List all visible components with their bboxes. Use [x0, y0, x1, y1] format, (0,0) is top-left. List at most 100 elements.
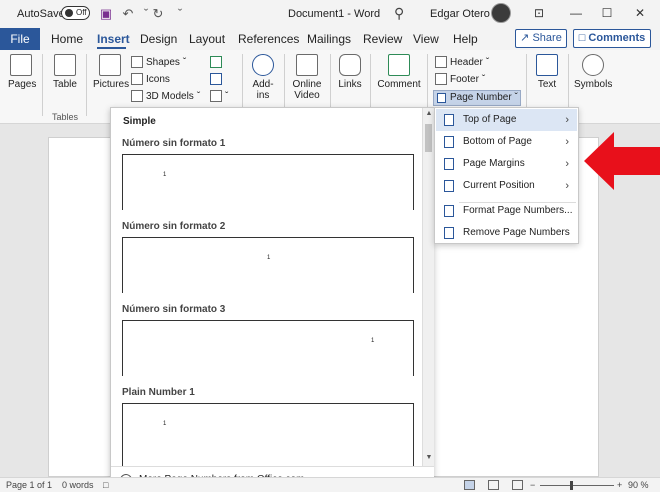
3d-models-button[interactable]: 3D Models ˇ	[131, 90, 200, 102]
tab-file[interactable]: File	[0, 28, 40, 50]
tab-home[interactable]: Home	[51, 32, 83, 46]
user-name[interactable]: Edgar Otero	[430, 8, 490, 20]
page-number-label: Page Number	[450, 92, 512, 103]
tab-references[interactable]: References	[238, 32, 299, 46]
gallery-item[interactable]: 1	[122, 154, 414, 210]
ribbon-display-icon[interactable]: ⊡	[529, 4, 549, 22]
links-label: Links	[338, 79, 362, 90]
screenshot-button[interactable]: ˇ	[210, 90, 228, 102]
table-icon	[54, 54, 76, 76]
comment-label: Comment	[377, 79, 421, 90]
avatar[interactable]	[491, 3, 511, 23]
shapes-button[interactable]: Shapes ˇ	[131, 56, 186, 68]
3d-models-dropdown-icon: ˇ	[196, 90, 201, 102]
screenshot-dropdown-icon: ˇ	[225, 90, 229, 102]
tab-design[interactable]: Design	[140, 32, 177, 46]
web-layout-icon[interactable]	[512, 480, 523, 490]
menu-item-bottom-of-page[interactable]: Bottom of Page ›	[436, 131, 577, 153]
zoom-in-icon[interactable]: +	[617, 480, 622, 490]
maximize-icon[interactable]: ☐	[597, 4, 617, 22]
chart-button[interactable]	[210, 73, 222, 85]
tab-layout[interactable]: Layout	[189, 32, 225, 46]
close-icon[interactable]: ✕	[630, 4, 650, 22]
tab-insert[interactable]: Insert	[97, 32, 130, 46]
autosave-toggle[interactable]: Off	[61, 6, 90, 20]
pictures-label: Pictures	[93, 79, 130, 90]
pictures-button[interactable]: Pictures	[93, 54, 130, 90]
menu-item-format-page-numbers[interactable]: Format Page Numbers...	[436, 200, 577, 222]
links-button[interactable]: Links	[337, 54, 363, 90]
page-count[interactable]: Page 1 of 1	[6, 480, 52, 490]
autosave-label: AutoSave	[17, 8, 65, 20]
undo-icon[interactable]: ↶	[120, 6, 136, 22]
header-button[interactable]: Header ˇ	[435, 56, 489, 68]
add-ins-button[interactable]: Add-ins	[250, 54, 276, 101]
page-number-sample: 1	[163, 172, 167, 178]
page-number-button[interactable]: Page Number ˇ	[433, 90, 521, 106]
word-count[interactable]: 0 words	[62, 480, 94, 490]
autosave-state: Off	[76, 8, 87, 17]
redo-icon[interactable]: ↻	[150, 6, 166, 22]
menu-item-top-of-page[interactable]: Top of Page ›	[436, 109, 577, 131]
zoom-out-icon[interactable]: −	[530, 480, 535, 490]
menu-item-page-margins[interactable]: Page Margins ›	[436, 153, 577, 175]
online-video-label-2: Video	[294, 90, 320, 101]
menu-item-label: Top of Page	[463, 114, 517, 125]
zoom-slider-knob[interactable]	[570, 481, 573, 490]
gallery-item[interactable]: 1	[122, 237, 414, 293]
zoom-level[interactable]: 90 %	[628, 480, 649, 490]
screenshot-icon	[210, 90, 222, 102]
gallery-scrollbar[interactable]: ▲ ▼	[422, 108, 434, 466]
pages-button[interactable]: Pages	[8, 54, 37, 90]
search-icon[interactable]: ⚲	[394, 5, 404, 22]
gallery-item[interactable]: 1	[122, 320, 414, 376]
pictures-icon	[99, 54, 121, 76]
icons-button[interactable]: Icons	[131, 73, 170, 85]
menu-item-current-position[interactable]: Current Position ›	[436, 175, 577, 197]
pages-label: Pages	[8, 79, 37, 90]
gallery-item[interactable]: 1	[122, 403, 414, 466]
tab-view[interactable]: View	[413, 32, 439, 46]
share-button[interactable]: ↗ Share	[515, 29, 567, 48]
print-layout-icon[interactable]	[488, 480, 499, 490]
save-icon[interactable]: ▣	[98, 6, 114, 22]
page-number-gallery: Simple Número sin formato 1 1 Número sin…	[110, 107, 434, 492]
menu-item-label: Format Page Numbers...	[463, 205, 573, 216]
omega-icon	[582, 54, 604, 76]
table-button[interactable]: Table	[52, 54, 78, 90]
footer-button[interactable]: Footer ˇ	[435, 73, 485, 85]
scrollbar-thumb[interactable]	[425, 124, 432, 152]
gallery-item-label: Plain Number 1	[122, 387, 195, 398]
zoom-slider[interactable]	[540, 485, 614, 486]
remove-icon	[444, 227, 454, 239]
page-number-dropdown-icon: ˇ	[514, 92, 518, 103]
tab-review[interactable]: Review	[363, 32, 402, 46]
tables-group-label: Tables	[52, 112, 79, 122]
smartart-button[interactable]	[210, 56, 222, 68]
comment-button[interactable]: Comment	[377, 54, 421, 90]
gallery-section-title: Simple	[123, 116, 156, 127]
chevron-right-icon: ›	[565, 158, 569, 170]
menu-item-remove-page-numbers[interactable]: Remove Page Numbers	[436, 222, 577, 244]
3d-models-label: 3D Models	[146, 90, 194, 102]
symbols-label: Symbols	[574, 79, 613, 90]
tab-mailings[interactable]: Mailings	[307, 32, 351, 46]
menu-item-label: Remove Page Numbers	[463, 227, 570, 238]
online-video-label-1: Online	[292, 79, 322, 90]
shapes-dropdown-icon: ˇ	[182, 56, 187, 68]
title-bar: AutoSave Off ▣ ↶ ˇ ↻ ˇ Document1 - Word …	[0, 0, 660, 28]
status-bar: Page 1 of 1 0 words □ − + 90 %	[0, 477, 660, 492]
customize-icon[interactable]: ˇ	[172, 6, 188, 22]
tab-help[interactable]: Help	[453, 32, 478, 46]
read-mode-icon[interactable]	[464, 480, 475, 490]
page-icon	[444, 136, 454, 148]
text-button[interactable]: Text	[534, 54, 560, 90]
symbols-button[interactable]: Symbols	[574, 54, 612, 90]
scroll-down-icon[interactable]: ▼	[423, 454, 435, 461]
proofing-icon[interactable]: □	[103, 480, 108, 490]
icons-icon	[131, 73, 143, 85]
online-video-button[interactable]: Online Video	[290, 54, 324, 101]
minimize-icon[interactable]: —	[566, 4, 586, 22]
comments-button[interactable]: □ Comments	[573, 29, 651, 48]
text-label: Text	[537, 79, 557, 90]
